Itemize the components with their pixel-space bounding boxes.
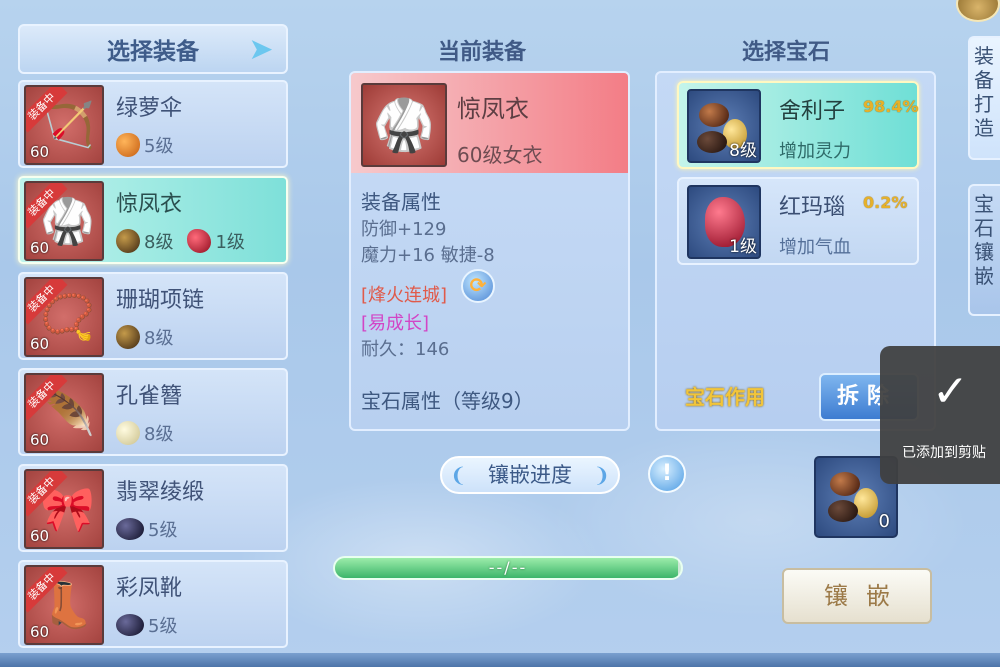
gem-level: 1级 bbox=[729, 237, 757, 257]
close-corner-icon[interactable] bbox=[956, 0, 1000, 22]
gem-level: 8级 bbox=[144, 328, 174, 349]
equipment-list-item[interactable]: 🏹 装备中 60 绿萝伞 5级 bbox=[18, 80, 288, 168]
gem-level: 8级 bbox=[729, 141, 757, 161]
equipment-level: 60 bbox=[30, 623, 50, 641]
sheli-gem-icon: 8级 bbox=[687, 89, 761, 163]
gem-count: 0 bbox=[878, 511, 890, 532]
equipment-gems: 5级 bbox=[116, 132, 183, 158]
gem-level: 8级 bbox=[144, 424, 174, 445]
attribute-line: 防御+129 bbox=[361, 219, 447, 240]
equipment-name: 惊凤衣 bbox=[116, 192, 183, 217]
gem-icon bbox=[116, 421, 140, 445]
gem-icon bbox=[116, 229, 140, 253]
gem-percentage: 98.4% bbox=[863, 97, 919, 116]
gem-icon bbox=[116, 325, 140, 349]
equipment-gems: 5级 bbox=[116, 516, 187, 542]
clipboard-toast: ✓ 已添加到剪贴 bbox=[880, 346, 1000, 484]
current-equipment-name: 惊凤衣 bbox=[457, 95, 529, 123]
equipment-icon: 🥋 装备中 60 bbox=[24, 181, 104, 261]
equipment-level: 60 bbox=[30, 431, 50, 449]
equipment-attributes-title: 装备属性 bbox=[361, 190, 441, 214]
durability-text: 耐久：146 bbox=[361, 339, 450, 360]
equipment-gems: 8级 bbox=[116, 324, 183, 350]
equipment-level: 60 bbox=[30, 239, 50, 257]
gem-name: 舍利子 bbox=[779, 99, 846, 124]
equipment-name: 珊瑚项链 bbox=[116, 288, 205, 313]
equipment-name: 翡翠绫缎 bbox=[116, 480, 205, 505]
gem-level: 5级 bbox=[144, 136, 174, 157]
equipment-icon: 📿 装备中 60 bbox=[24, 277, 104, 357]
equipment-list-item[interactable]: 🪶 装备中 60 孔雀簪 8级 bbox=[18, 368, 288, 456]
inlay-progress-title: 镶嵌进度 bbox=[440, 456, 620, 494]
refresh-icon[interactable]: ⟳ bbox=[461, 269, 495, 303]
special-skill-text: [易成长] bbox=[361, 313, 430, 334]
gem-effect: 增加灵力 bbox=[779, 141, 851, 162]
gem-card-sheli[interactable]: 8级 舍利子 98.4% 增加灵力 bbox=[677, 81, 919, 169]
equipment-list-item[interactable]: 📿 装备中 60 珊瑚项链 8级 bbox=[18, 272, 288, 360]
equipment-icon: 🏹 装备中 60 bbox=[24, 85, 104, 165]
gem-icon bbox=[187, 229, 212, 253]
gem-level: 5级 bbox=[148, 616, 178, 637]
gem-level: 5级 bbox=[148, 520, 178, 541]
equipment-level: 60 bbox=[30, 527, 50, 545]
current-equipment-title: 当前装备 bbox=[438, 40, 527, 65]
gem-card-agate[interactable]: 1级 红玛瑙 0.2% 增加气血 bbox=[677, 177, 919, 265]
info-icon[interactable]: ! bbox=[648, 455, 686, 493]
equipment-list-panel: 选择装备 ➤ 🏹 装备中 60 绿萝伞 5级 🥋 装备中 60 惊凤衣 8级 1级 📿 装备中 60 珊瑚项… bbox=[14, 24, 290, 652]
current-equipment-level: 60级女衣 bbox=[457, 143, 543, 167]
equipment-icon: 👢 装备中 60 bbox=[24, 565, 104, 645]
collapse-arrow-icon[interactable]: ➤ bbox=[244, 34, 278, 68]
tab-equipment-forge[interactable]: 装备打造 bbox=[968, 36, 1000, 160]
equipment-name: 孔雀簪 bbox=[116, 384, 183, 409]
red-agate-icon: 1级 bbox=[687, 185, 761, 259]
equipment-list-header: 选择装备 ➤ bbox=[18, 24, 288, 74]
equipment-name: 彩凤靴 bbox=[116, 576, 183, 601]
gem-icon bbox=[116, 518, 144, 540]
checkmark-icon: ✓ bbox=[932, 366, 969, 417]
current-equipment-icon: 🥋 bbox=[361, 83, 447, 167]
gem-level: 8级 bbox=[144, 232, 174, 253]
toast-message: 已添加到剪贴 bbox=[902, 445, 986, 461]
gem-name: 红玛瑙 bbox=[779, 195, 846, 220]
equipment-list-item[interactable]: 🥋 装备中 60 惊凤衣 8级 1级 bbox=[18, 176, 288, 264]
equipment-list-item[interactable]: 👢 装备中 60 彩凤靴 5级 bbox=[18, 560, 288, 648]
gem-attributes-title: 宝石属性（等级9） bbox=[361, 389, 534, 413]
progress-text: --/-- bbox=[488, 558, 528, 577]
gem-icon bbox=[116, 133, 140, 157]
select-gem-title: 选择宝石 bbox=[742, 40, 831, 65]
equipment-gems: 8级 1级 bbox=[116, 228, 255, 254]
tab-gem-inlay[interactable]: 宝石镶嵌 bbox=[968, 184, 1000, 316]
equipment-name: 绿萝伞 bbox=[116, 96, 183, 121]
equipment-list-title: 选择装备 bbox=[107, 39, 199, 65]
inlay-button[interactable]: 镶嵌 bbox=[782, 568, 932, 624]
attribute-line: 魔力+16 敏捷-8 bbox=[361, 245, 495, 266]
equipment-level: 60 bbox=[30, 335, 50, 353]
equipment-icon: 🎀 装备中 60 bbox=[24, 469, 104, 549]
gem-effect: 增加气血 bbox=[779, 237, 851, 258]
special-effect-text: [烽火连城] bbox=[361, 285, 448, 306]
equipment-gems: 5级 bbox=[116, 612, 187, 638]
gem-icon bbox=[116, 614, 144, 636]
equipment-icon: 🪶 装备中 60 bbox=[24, 373, 104, 453]
bottom-menu-strip bbox=[0, 653, 1000, 667]
equipment-level: 60 bbox=[30, 143, 50, 161]
current-equipment-panel: 🥋 惊凤衣 60级女衣 装备属性 防御+129 魔力+16 敏捷-8 [烽火连城… bbox=[349, 71, 630, 431]
gem-percentage: 0.2% bbox=[863, 193, 908, 212]
gem-level: 1级 bbox=[215, 232, 245, 253]
equipment-gems: 8级 bbox=[116, 420, 183, 446]
gem-function-label[interactable]: 宝石作用 bbox=[685, 381, 765, 410]
inlay-progress-bar: --/-- bbox=[333, 556, 683, 580]
equipment-list-item[interactable]: 🎀 装备中 60 翡翠绫缎 5级 bbox=[18, 464, 288, 552]
